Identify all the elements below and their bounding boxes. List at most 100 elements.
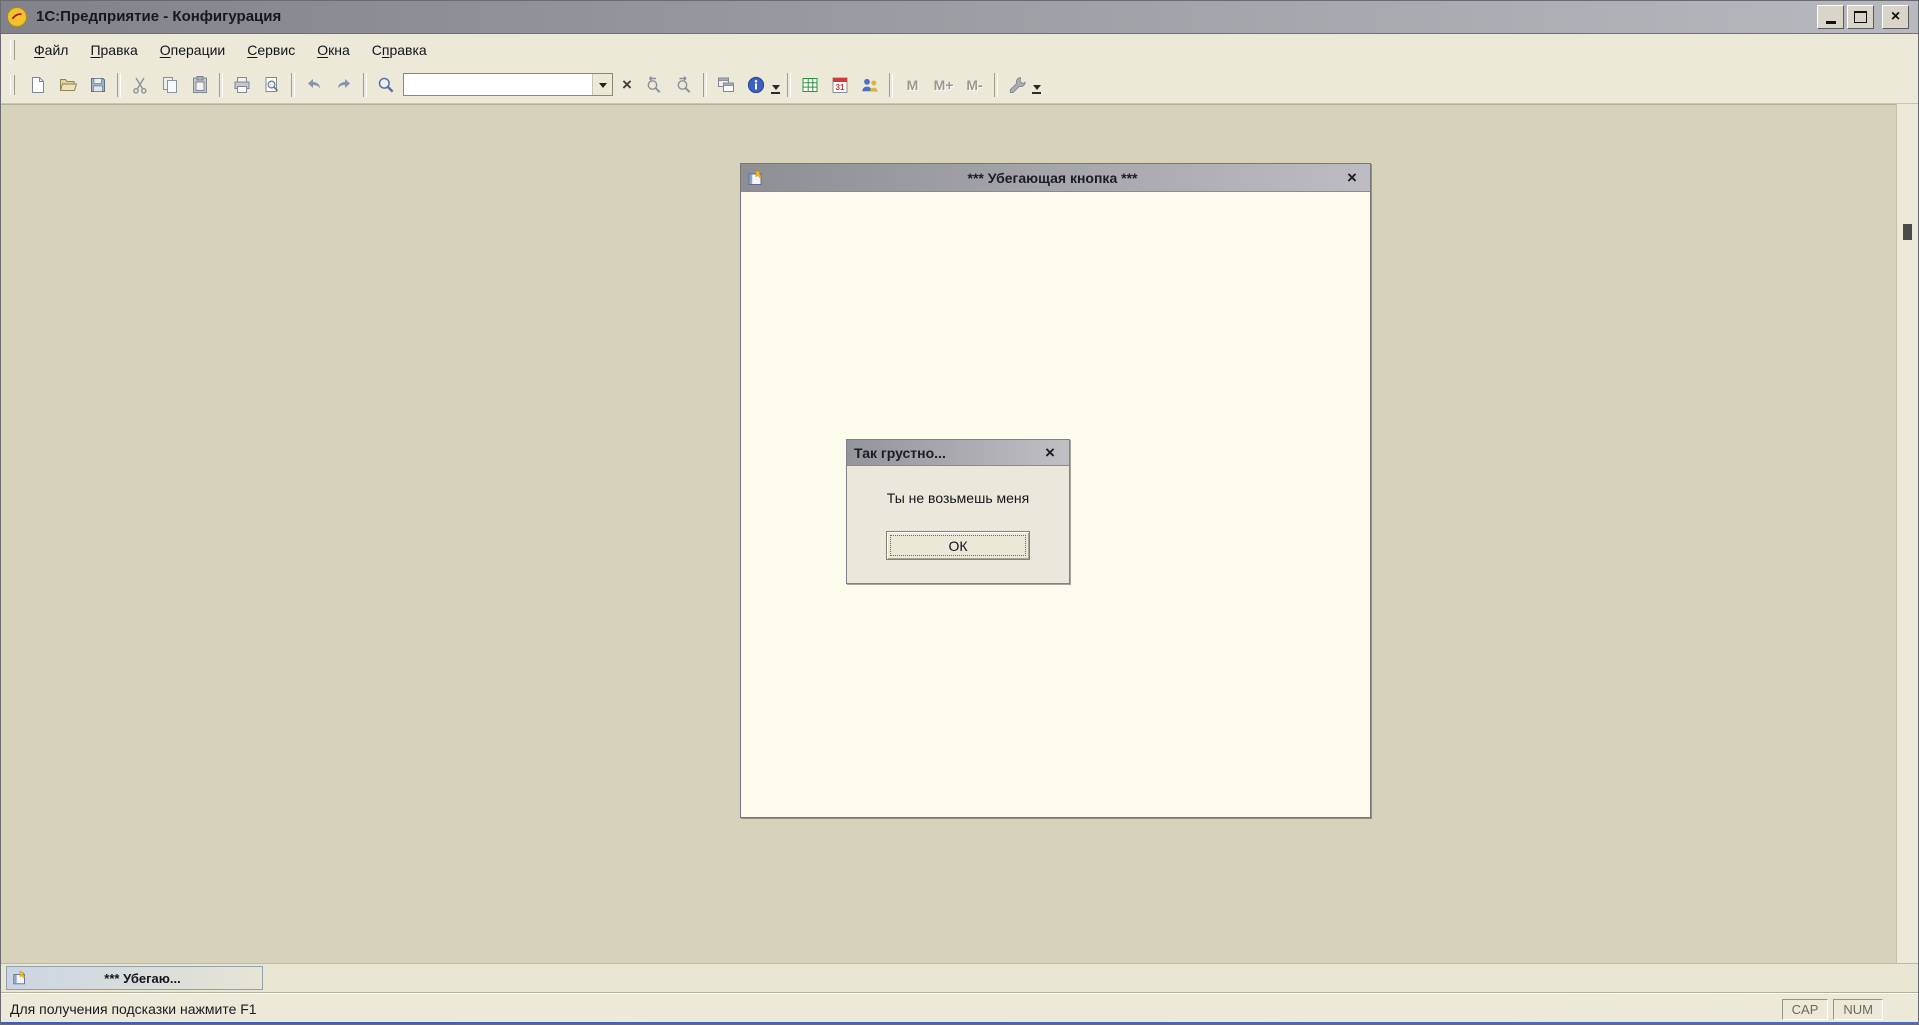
window-title: 1С:Предприятие - Конфигурация bbox=[36, 8, 282, 25]
combo-dropdown-button[interactable] bbox=[592, 74, 612, 95]
chevron-down-icon bbox=[771, 85, 780, 90]
dialog-title: Так грустно... bbox=[854, 444, 946, 461]
cascade-windows-icon bbox=[718, 77, 734, 92]
child-window-title: *** Убегающая кнопка *** bbox=[967, 169, 1138, 186]
maximize-button[interactable] bbox=[1847, 4, 1874, 29]
memory-subtract-button[interactable]: M- bbox=[959, 72, 990, 98]
toolbar-gripper[interactable] bbox=[10, 74, 15, 95]
clear-search-button[interactable]: × bbox=[615, 72, 639, 98]
users-icon bbox=[862, 78, 878, 92]
status-hint: Для получения подсказки нажмите F1 bbox=[10, 1001, 257, 1017]
find-next-icon bbox=[677, 75, 691, 93]
info-button[interactable] bbox=[741, 71, 771, 98]
new-document-icon bbox=[32, 76, 44, 93]
minimized-window-title: *** Убегаю... bbox=[104, 970, 181, 986]
menu-item-Правка[interactable]: Правка bbox=[79, 36, 148, 64]
toolbar-separator bbox=[994, 72, 998, 97]
redo-arrow-icon bbox=[338, 78, 350, 88]
print-preview-icon bbox=[265, 76, 279, 92]
child-window-titlebar[interactable]: *** Убегающая кнопка *** × bbox=[741, 164, 1370, 192]
print-button[interactable] bbox=[227, 71, 257, 98]
ok-button[interactable]: ОК bbox=[886, 531, 1030, 560]
menubar: Файл Правка Операции Сервис Окна Справка bbox=[0, 34, 1919, 66]
paste-button[interactable] bbox=[185, 71, 215, 98]
menu-item-Сервис[interactable]: Сервис bbox=[236, 36, 306, 64]
minimize-icon bbox=[1825, 21, 1836, 24]
search-button[interactable] bbox=[371, 71, 401, 98]
toolbar-separator bbox=[889, 72, 893, 97]
table-icon bbox=[802, 77, 818, 92]
wrench-icon bbox=[1009, 76, 1026, 93]
minimize-button[interactable] bbox=[1817, 4, 1844, 29]
users-button[interactable] bbox=[855, 71, 885, 98]
child-window-close-button[interactable]: × bbox=[1340, 167, 1364, 189]
form-icon bbox=[12, 970, 28, 986]
dropdown-underline bbox=[771, 92, 780, 94]
info-icon bbox=[747, 76, 765, 93]
dock-handle[interactable] bbox=[1903, 224, 1912, 240]
child-window: *** Убегающая кнопка *** × Так грустно..… bbox=[740, 163, 1371, 818]
undo-button[interactable] bbox=[299, 71, 329, 98]
search-combobox bbox=[403, 73, 613, 96]
maximize-icon bbox=[1854, 10, 1867, 23]
calendar-icon: 31 bbox=[832, 77, 848, 93]
menu-item-Файл[interactable]: Файл bbox=[23, 36, 79, 64]
table-button[interactable] bbox=[795, 71, 825, 98]
dropdown-underline bbox=[1032, 92, 1041, 94]
menubar-gripper[interactable] bbox=[10, 40, 15, 60]
info-dropdown-button[interactable] bbox=[771, 85, 780, 94]
open-folder-icon bbox=[59, 78, 78, 91]
copy-button[interactable] bbox=[155, 71, 185, 98]
tools-button[interactable] bbox=[1002, 71, 1032, 98]
app-logo-icon bbox=[6, 6, 28, 28]
dialog-message: Ты не возьмешь меня bbox=[886, 490, 1030, 506]
new-button[interactable] bbox=[23, 71, 53, 98]
menu-item-Операции[interactable]: Операции bbox=[149, 36, 237, 64]
scissors-icon bbox=[133, 77, 147, 94]
titlebar: 1С:Предприятие - Конфигурация × bbox=[0, 0, 1919, 34]
save-button[interactable] bbox=[83, 71, 113, 98]
print-preview-button[interactable] bbox=[257, 71, 287, 98]
search-icon bbox=[378, 77, 394, 92]
toolbar-separator bbox=[363, 72, 367, 97]
caps-lock-indicator: CAP bbox=[1781, 998, 1829, 1020]
child-window-content: Так грустно... × Ты не возьмешь меня ОК bbox=[741, 192, 1370, 817]
cut-button[interactable] bbox=[125, 71, 155, 98]
redo-button[interactable] bbox=[329, 71, 359, 98]
window-bar: *** Убегаю... bbox=[0, 963, 1919, 992]
dialog-titlebar[interactable]: Так грустно... × bbox=[847, 440, 1069, 466]
windows-button[interactable] bbox=[711, 71, 741, 98]
copy-icon bbox=[163, 76, 177, 93]
toolbar-separator bbox=[787, 72, 791, 97]
calendar-button[interactable]: 31 bbox=[825, 71, 855, 98]
find-previous-icon bbox=[647, 75, 661, 93]
save-icon bbox=[91, 77, 105, 92]
menubar-items: Файл Правка Операции Сервис Окна Справка bbox=[23, 36, 438, 64]
tools-dropdown-button[interactable] bbox=[1032, 85, 1041, 94]
find-previous-button[interactable] bbox=[639, 71, 669, 98]
toolbar-separator bbox=[219, 72, 223, 97]
right-dock bbox=[1896, 104, 1919, 963]
dialog-close-button[interactable]: × bbox=[1038, 442, 1062, 464]
undo-arrow-icon bbox=[308, 78, 320, 88]
toolbar-separator bbox=[117, 72, 121, 97]
menu-item-Окна[interactable]: Окна bbox=[306, 36, 361, 64]
printer-icon bbox=[234, 76, 250, 93]
paste-icon bbox=[193, 75, 207, 93]
search-input[interactable] bbox=[404, 74, 592, 95]
menu-item-Справка[interactable]: Справка bbox=[361, 36, 438, 64]
mdi-workspace: *** Убегающая кнопка *** × Так грустно..… bbox=[0, 104, 1919, 963]
statusbar: Для получения подсказки нажмите F1 CAP N… bbox=[0, 992, 1919, 1025]
keyboard-indicators: CAP NUM bbox=[1781, 998, 1883, 1020]
minimized-window-button[interactable]: *** Убегаю... bbox=[6, 966, 263, 990]
calendar-day-label: 31 bbox=[836, 82, 845, 91]
num-lock-indicator: NUM bbox=[1833, 998, 1883, 1020]
open-button[interactable] bbox=[53, 71, 83, 98]
chevron-down-icon bbox=[1032, 85, 1041, 90]
app-window: 1С:Предприятие - Конфигурация × Файл Прав… bbox=[0, 0, 1919, 1025]
find-next-button[interactable] bbox=[669, 71, 699, 98]
memory-add-button[interactable]: M+ bbox=[928, 72, 959, 98]
close-button[interactable]: × bbox=[1882, 4, 1909, 29]
window-controls: × bbox=[1817, 4, 1909, 29]
memory-recall-button[interactable]: M bbox=[897, 72, 928, 98]
